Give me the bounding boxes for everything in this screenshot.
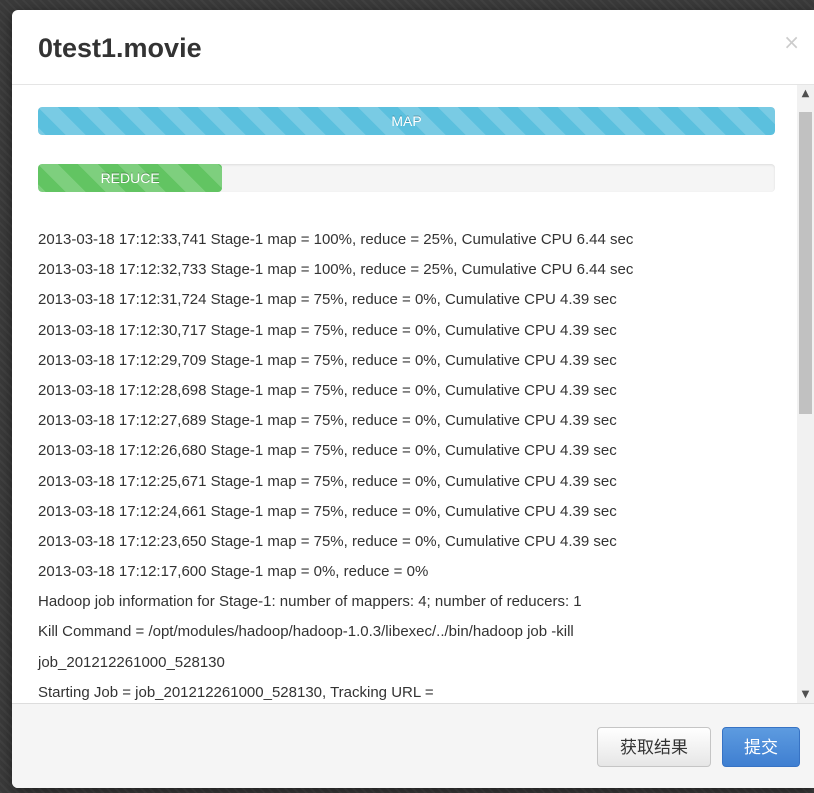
dialog-body-content: MAP REDUCE 2013-03-18 17:12:33,741 Stage…	[38, 107, 775, 703]
log-scrollbar[interactable]: ▲ ▼	[797, 85, 814, 703]
job-log: 2013-03-18 17:12:33,741 Stage-1 map = 10…	[38, 225, 775, 703]
map-progress-bar: MAP	[38, 107, 775, 135]
log-line: 2013-03-18 17:12:24,661 Stage-1 map = 75…	[38, 502, 617, 520]
log-line: Starting Job = job_201212261000_528130, …	[38, 683, 434, 701]
log-line: Hadoop job information for Stage-1: numb…	[38, 593, 582, 611]
log-line: 2013-03-18 17:12:25,671 Stage-1 map = 75…	[38, 472, 617, 490]
log-line: 2013-03-18 17:12:28,698 Stage-1 map = 75…	[38, 381, 617, 399]
close-icon[interactable]: ×	[783, 32, 800, 52]
scroll-up-icon[interactable]: ▲	[797, 85, 814, 102]
reduce-progress: REDUCE	[38, 164, 775, 192]
fetch-results-button[interactable]: 获取结果	[597, 727, 711, 767]
log-line: 2013-03-18 17:12:32,733 Stage-1 map = 10…	[38, 261, 634, 279]
dialog-title: 0test1.movie	[38, 33, 202, 63]
log-line: 2013-03-18 17:12:27,689 Stage-1 map = 75…	[38, 412, 617, 430]
scroll-down-icon[interactable]: ▼	[797, 686, 814, 703]
log-line: 2013-03-18 17:12:26,680 Stage-1 map = 75…	[38, 442, 617, 460]
submit-button[interactable]: 提交	[722, 727, 800, 767]
dialog-header: 0test1.movie ×	[12, 10, 814, 85]
log-line: Kill Command = /opt/modules/hadoop/hadoo…	[38, 623, 574, 641]
log-line: 2013-03-18 17:12:23,650 Stage-1 map = 75…	[38, 532, 617, 550]
log-line: 2013-03-18 17:12:29,709 Stage-1 map = 75…	[38, 351, 617, 369]
job-progress-dialog: 0test1.movie × MAP REDUCE 2013-03-18 17:…	[12, 10, 814, 788]
log-line: job_201212261000_528130	[38, 653, 225, 671]
scrollbar-thumb[interactable]	[799, 112, 812, 414]
reduce-progress-bar: REDUCE	[38, 164, 223, 192]
log-line: 2013-03-18 17:12:31,724 Stage-1 map = 75…	[38, 291, 617, 309]
dialog-footer: 获取结果 提交	[12, 703, 814, 788]
dialog-body[interactable]: MAP REDUCE 2013-03-18 17:12:33,741 Stage…	[12, 85, 814, 703]
log-line: 2013-03-18 17:12:30,717 Stage-1 map = 75…	[38, 321, 617, 339]
log-line: 2013-03-18 17:12:33,741 Stage-1 map = 10…	[38, 231, 634, 248]
log-line: 2013-03-18 17:12:17,600 Stage-1 map = 0%…	[38, 563, 429, 581]
map-progress: MAP	[38, 107, 775, 135]
